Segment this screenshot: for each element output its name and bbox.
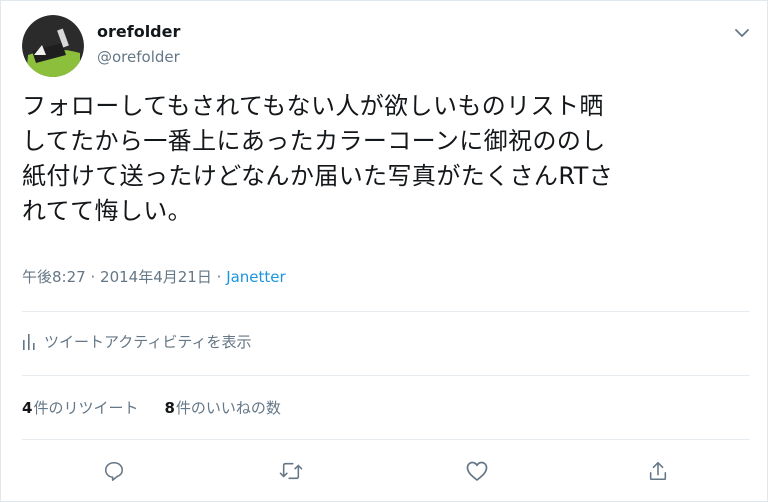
tweet-line: 紙付けて送ったけどなんか届いた写真がたくさんRTさ xyxy=(22,162,614,190)
activity-label: ツイートアクティビティを表示 xyxy=(44,333,252,351)
like-count: 8 xyxy=(164,399,175,417)
meta-separator: · xyxy=(90,268,96,286)
share-button[interactable] xyxy=(642,455,674,487)
display-name[interactable]: orefolder xyxy=(97,21,180,43)
retweet-label: 件のリツイート xyxy=(33,399,139,417)
divider xyxy=(22,311,750,312)
reply-button[interactable] xyxy=(98,455,130,487)
tweet-meta: 午後8:27 · 2014年4月21日 · Janetter xyxy=(22,267,286,287)
divider xyxy=(22,375,750,376)
retweet-stat[interactable]: 4 件のリツイート xyxy=(22,397,138,419)
tweet-line: れてて悔しい。 xyxy=(22,197,193,225)
tweet-stats: 4 件のリツイート 8 件のいいねの数 xyxy=(22,397,307,419)
retweet-count: 4 xyxy=(22,399,33,417)
share-icon xyxy=(649,461,667,481)
like-icon xyxy=(466,461,488,481)
meta-separator: · xyxy=(216,268,222,286)
divider xyxy=(22,439,750,440)
bar-chart-icon xyxy=(23,334,35,350)
user-names: orefolder @orefolder xyxy=(97,21,180,68)
like-label: 件のいいねの数 xyxy=(175,399,281,417)
chevron-down-icon[interactable] xyxy=(732,23,752,43)
retweet-icon xyxy=(279,462,303,480)
avatar[interactable] xyxy=(22,15,84,77)
tweet-date[interactable]: 2014年4月21日 xyxy=(100,268,212,286)
tweet-header: orefolder @orefolder xyxy=(22,15,752,79)
view-tweet-activity-link[interactable]: ツイートアクティビティを表示 xyxy=(22,331,251,353)
tweet-time[interactable]: 午後8:27 xyxy=(22,268,86,286)
tweet-source-link[interactable]: Janetter xyxy=(226,268,286,286)
user-handle[interactable]: @orefolder xyxy=(97,46,180,68)
broom-cone-avatar-icon xyxy=(22,15,84,77)
tweet-text: フォローしてもされてもない人が欲しいものリスト晒 してたから一番上にあったカラーコ… xyxy=(22,89,752,229)
like-stat[interactable]: 8 件のいいねの数 xyxy=(164,397,280,419)
tweet-card: orefolder @orefolder フォローしてもされてもない人が欲しいも… xyxy=(0,0,768,502)
retweet-button[interactable] xyxy=(275,455,307,487)
tweet-actions xyxy=(1,455,767,487)
tweet-line: フォローしてもされてもない人が欲しいものリスト晒 xyxy=(22,92,604,120)
tweet-line: してたから一番上にあったカラーコーンに御祝ののし xyxy=(22,127,606,155)
reply-icon xyxy=(104,461,124,481)
like-button[interactable] xyxy=(461,455,493,487)
